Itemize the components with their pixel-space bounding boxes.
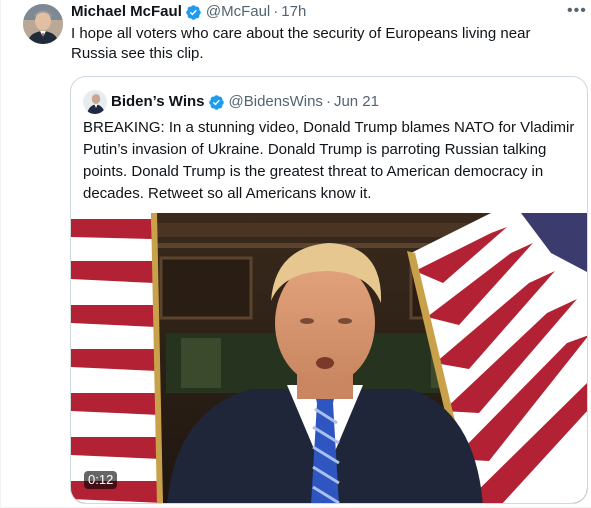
quoted-tweet-date: Jun 21 [333, 93, 379, 110]
quoted-tweet-header: Biden’s Wins @BidensWins · Jun 21 [83, 90, 379, 114]
quoted-author-handle: @BidensWins [228, 93, 323, 110]
ellipsis-icon[interactable]: ••• [567, 2, 587, 20]
author-handle[interactable]: @McFaul [206, 3, 270, 21]
author-avatar[interactable] [23, 4, 63, 44]
video-player[interactable]: AN 0:12 [71, 213, 587, 503]
verified-badge-icon [208, 94, 225, 111]
profile-photo-icon [23, 4, 63, 44]
separator-dot: · [325, 93, 331, 110]
quoted-author-name[interactable]: Biden’s Wins [111, 93, 205, 111]
biden-profile-photo-icon [83, 90, 107, 114]
quoted-tweet-text: BREAKING: In a stunning video, Donald Tr… [83, 119, 575, 202]
quoted-tweet[interactable]: Biden’s Wins @BidensWins · Jun 21 BREAKI… [70, 76, 588, 504]
author-name[interactable]: Michael McFaul [71, 3, 182, 21]
video-frame [71, 213, 587, 503]
video-duration: 0:12 [84, 471, 118, 489]
verified-badge-icon [185, 4, 202, 21]
separator-dot: · [273, 3, 279, 20]
tweet[interactable]: Michael McFaul @McFaul · 17h ••• I hope … [0, 0, 591, 508]
tweet-text: I hope all voters who care about the sec… [71, 25, 531, 62]
tweet-header: Michael McFaul @McFaul · 17h [71, 3, 306, 21]
quoted-author-avatar[interactable] [83, 90, 107, 114]
tweet-timestamp[interactable]: 17h [281, 3, 306, 21]
